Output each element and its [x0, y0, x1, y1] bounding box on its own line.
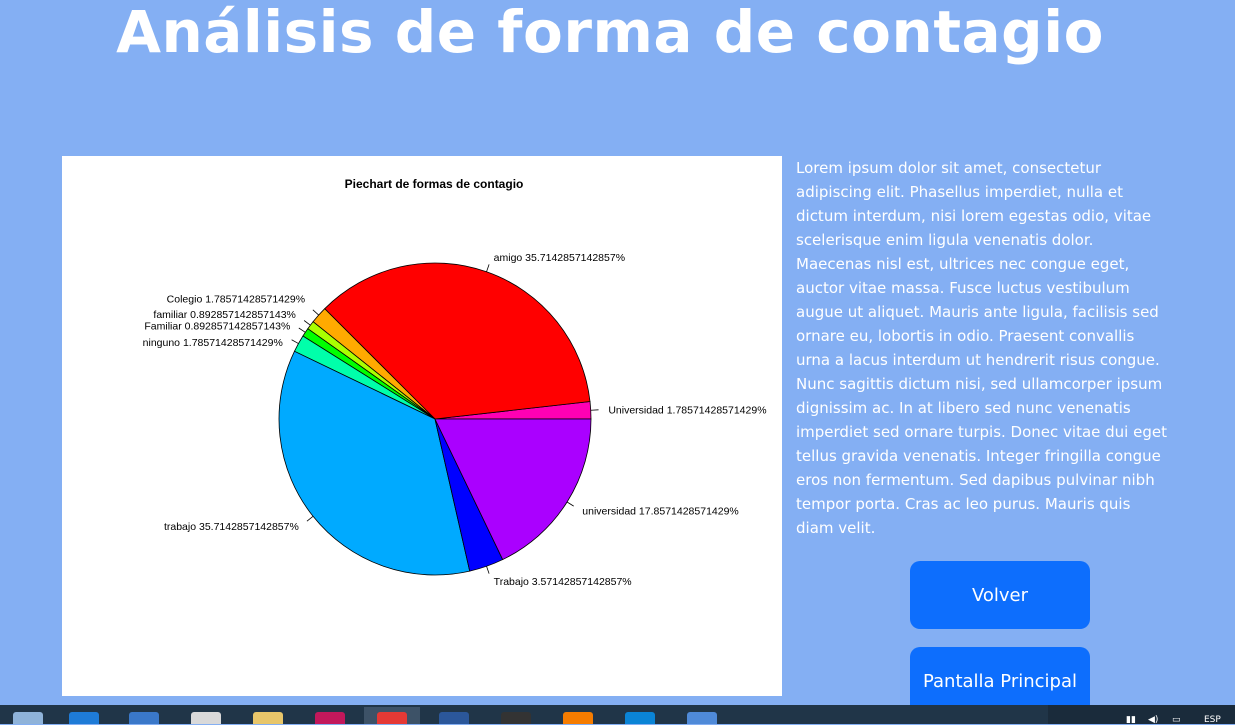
pie-slice-label: Colegio 1.78571428571429% [167, 294, 305, 306]
vscode-icon[interactable] [612, 707, 668, 724]
pie-label-leader [299, 328, 305, 332]
vscode-icon-glyph [625, 712, 655, 724]
description-text: Lorem ipsum dolor sit amet, consectetur … [796, 156, 1168, 540]
keyboard-app-icon-glyph [129, 712, 159, 724]
terminal-icon-glyph [501, 712, 531, 724]
pie-slice-label: Universidad 1.78571428571429% [608, 404, 766, 416]
opera-icon[interactable] [364, 707, 420, 724]
pie-label-leader [567, 502, 574, 506]
file-explorer-icon-glyph [253, 712, 283, 724]
r-icon-glyph [687, 712, 717, 724]
task-manager-icon[interactable] [0, 707, 56, 724]
page-title: Análisis de forma de contagio [0, 0, 1220, 72]
chart-title: Piechart de formas de contagio [345, 177, 524, 191]
pie-slice-label: trabajo 35.7142857142857% [164, 521, 299, 533]
pie-label-leader [487, 566, 490, 573]
opera-icon-glyph [377, 712, 407, 724]
keyboard-app-icon[interactable] [116, 707, 172, 724]
word-icon-glyph [439, 712, 469, 724]
media-app-icon[interactable] [178, 707, 234, 724]
media-app-icon-glyph [191, 712, 221, 724]
pie-slice-label: universidad 17.8571428571429% [582, 505, 738, 517]
pie-label-leader [487, 264, 490, 271]
pie-label-leader [307, 516, 313, 521]
pie-slice-label: Trabajo 3.57142857142857% [494, 576, 632, 588]
word-icon[interactable] [426, 707, 482, 724]
task-manager-icon-glyph [13, 712, 43, 724]
opera-gx-icon[interactable] [302, 707, 358, 724]
mail-icon-glyph [69, 712, 99, 724]
xampp-icon-glyph [563, 712, 593, 724]
pie-label-leader [292, 340, 299, 344]
xampp-icon[interactable] [550, 707, 606, 724]
mail-icon[interactable] [56, 707, 112, 724]
terminal-icon[interactable] [488, 707, 544, 724]
pie-slice-label: familiar 0.892857142857143% [153, 309, 295, 321]
pie-chart-panel: Piechart de formas de contagio Universid… [62, 156, 782, 696]
pie-label-leader [313, 310, 319, 315]
pie-label-leader [304, 321, 310, 326]
opera-gx-icon-glyph [315, 712, 345, 724]
r-icon[interactable] [674, 707, 730, 724]
back-button[interactable]: Volver [910, 561, 1090, 629]
pie-slice-label: Familiar 0.892857142857143% [144, 321, 290, 333]
system-tray: ▮▮ ◀) ▭ ESP [1048, 705, 1235, 724]
pie-slice-label: amigo 35.7142857142857% [494, 252, 625, 264]
pie-chart: Piechart de formas de contagio Universid… [62, 156, 782, 696]
file-explorer-icon[interactable] [240, 707, 296, 724]
pie-slice-label: ninguno 1.78571428571429% [143, 337, 283, 349]
